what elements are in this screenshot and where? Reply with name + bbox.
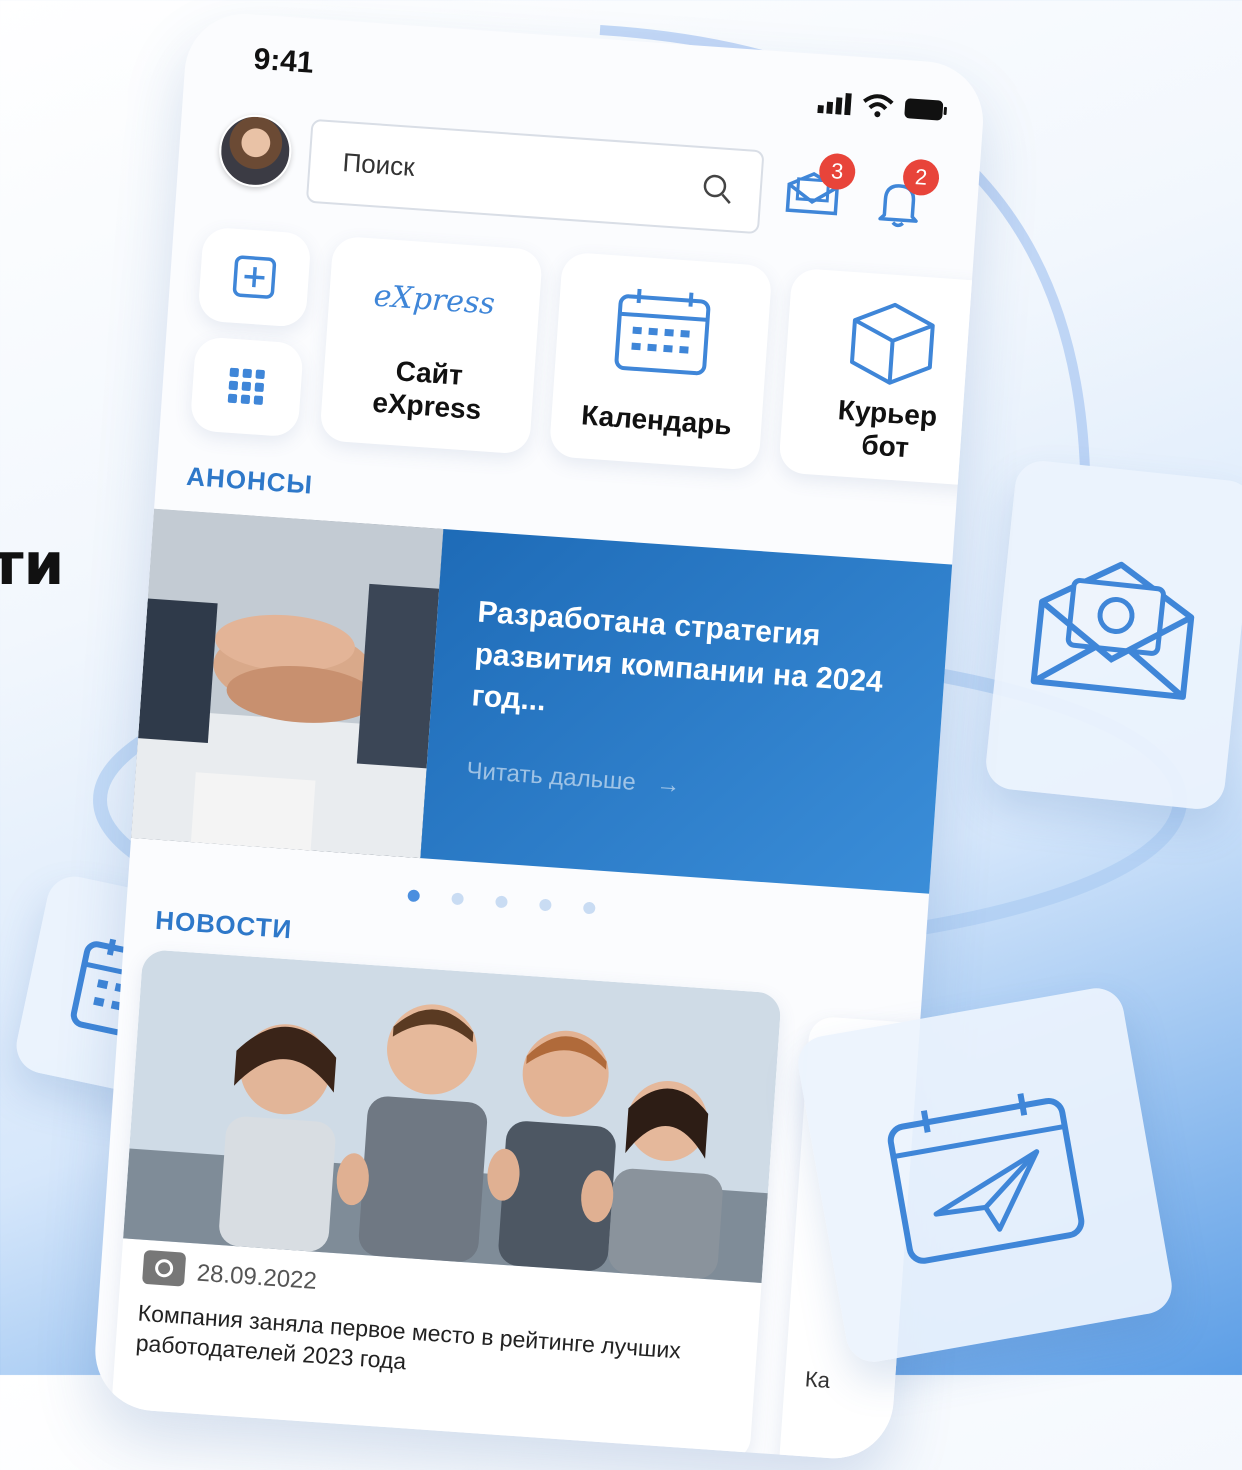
status-icons: [817, 90, 948, 123]
floating-plane-card: [793, 983, 1177, 1367]
carousel-pagination[interactable]: [407, 889, 596, 915]
box-icon: [850, 302, 935, 385]
announcements-heading: АНОНСЫ: [185, 460, 314, 500]
news-title: Компания заняла первое место в рейтинге …: [134, 1299, 682, 1375]
stacked-hands-photo: [131, 508, 444, 859]
news-heading: НОВОСТИ: [154, 904, 294, 945]
carousel-dot[interactable]: [495, 895, 508, 909]
courier-bot-tile[interactable]: Курьер бот: [778, 267, 988, 487]
calendar-label: Календарь: [580, 399, 733, 441]
calendar-tile[interactable]: Календарь: [548, 251, 773, 471]
carousel-dot[interactable]: [451, 892, 465, 906]
calendar-icon: [614, 288, 711, 376]
battery-icon: [904, 98, 947, 121]
express-logo: eXpress: [372, 278, 496, 322]
search-field[interactable]: Поиск: [305, 118, 765, 235]
carousel-dot[interactable]: [582, 901, 596, 915]
read-more-label: Читать дальше: [465, 757, 637, 796]
read-more-link[interactable]: Читать дальше →: [466, 757, 682, 800]
news-title: Ка: [804, 1366, 831, 1393]
grid-icon: [227, 367, 265, 405]
paper-plane-icon: [887, 1093, 1085, 1264]
plus-icon: [232, 255, 277, 299]
add-button[interactable]: [197, 226, 312, 328]
news-photo: [123, 949, 782, 1283]
search-input[interactable]: Поиск: [342, 147, 416, 183]
messages-button[interactable]: 3: [784, 152, 857, 223]
news-card[interactable]: 28.09.2022 Компания заняла первое место …: [110, 949, 782, 1463]
status-time: 9:41: [252, 42, 315, 80]
banner-content: Разработана стратегия развития компании …: [420, 528, 963, 895]
team-photo: [123, 949, 782, 1283]
banner-photo: [131, 508, 444, 859]
apps-button[interactable]: [189, 336, 304, 438]
carousel-dot[interactable]: [407, 889, 421, 903]
search-icon[interactable]: [701, 172, 735, 206]
banner-title: Разработана стратегия развития компании …: [470, 595, 884, 718]
wifi-icon: [863, 94, 894, 118]
signal-icon: [817, 92, 852, 116]
express-site-tile[interactable]: eXpress Сайт eXpress: [319, 235, 544, 455]
news-date: 28.09.2022: [195, 1259, 318, 1295]
carousel-dot[interactable]: [538, 898, 552, 912]
camera-icon: [141, 1249, 187, 1287]
avatar[interactable]: [216, 112, 294, 190]
announcement-banner[interactable]: Разработана стратегия развития компании …: [131, 508, 963, 895]
notifications-button[interactable]: 2: [875, 158, 941, 234]
arrow-right-icon: →: [655, 770, 682, 800]
